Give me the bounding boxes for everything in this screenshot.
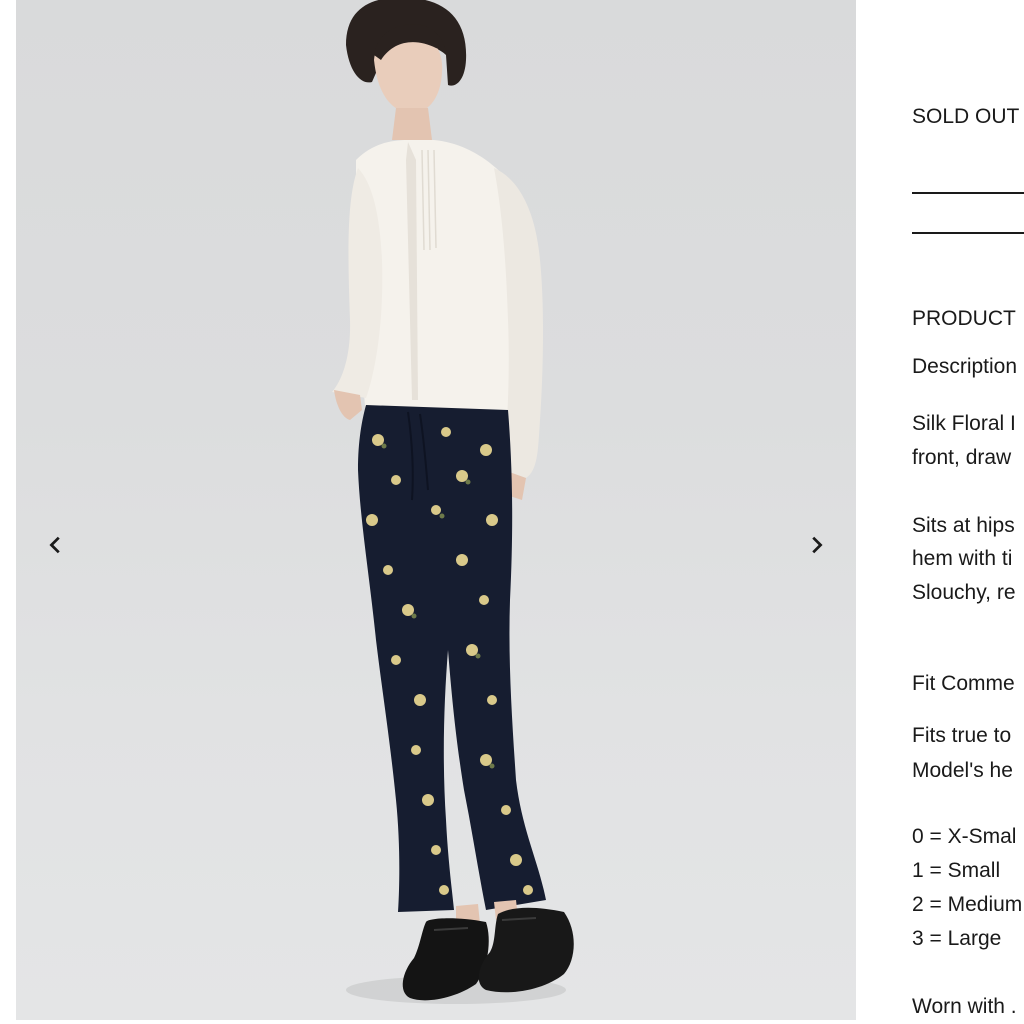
description-heading: Description <box>912 355 1018 378</box>
description-line: Slouchy, re <box>912 581 1016 604</box>
chevron-left-icon <box>49 536 60 554</box>
size-guide-line: 3 = Large <box>912 927 1002 950</box>
fit-line: Fits true to <box>912 724 1012 747</box>
product-page: SOLD OUT PRODUCT Description Silk Floral… <box>0 0 1024 1024</box>
description-line: Silk Floral I <box>912 412 1016 435</box>
worn-with-text: Worn with . <box>912 995 1017 1018</box>
sold-out-status: SOLD OUT <box>912 105 1020 128</box>
size-guide-line: 2 = Medium <box>912 893 1023 916</box>
product-section-heading: PRODUCT <box>912 307 1016 330</box>
description-line: Sits at hips <box>912 514 1015 537</box>
fit-line: Model's he <box>912 759 1013 782</box>
description-line: hem with ti <box>912 547 1013 570</box>
previous-image-button[interactable] <box>39 528 73 562</box>
size-select[interactable] <box>912 192 1024 234</box>
size-guide-line: 0 = X-Smal <box>912 825 1017 848</box>
chevron-right-icon <box>812 536 823 554</box>
fit-comments-heading: Fit Comme <box>912 672 1015 695</box>
product-photo <box>332 0 574 1004</box>
product-image-gallery[interactable] <box>16 0 856 1020</box>
description-line: front, draw <box>912 446 1012 469</box>
next-image-button[interactable] <box>799 528 833 562</box>
size-guide-line: 1 = Small <box>912 859 1001 882</box>
product-info-panel: SOLD OUT PRODUCT Description Silk Floral… <box>912 0 1024 1024</box>
